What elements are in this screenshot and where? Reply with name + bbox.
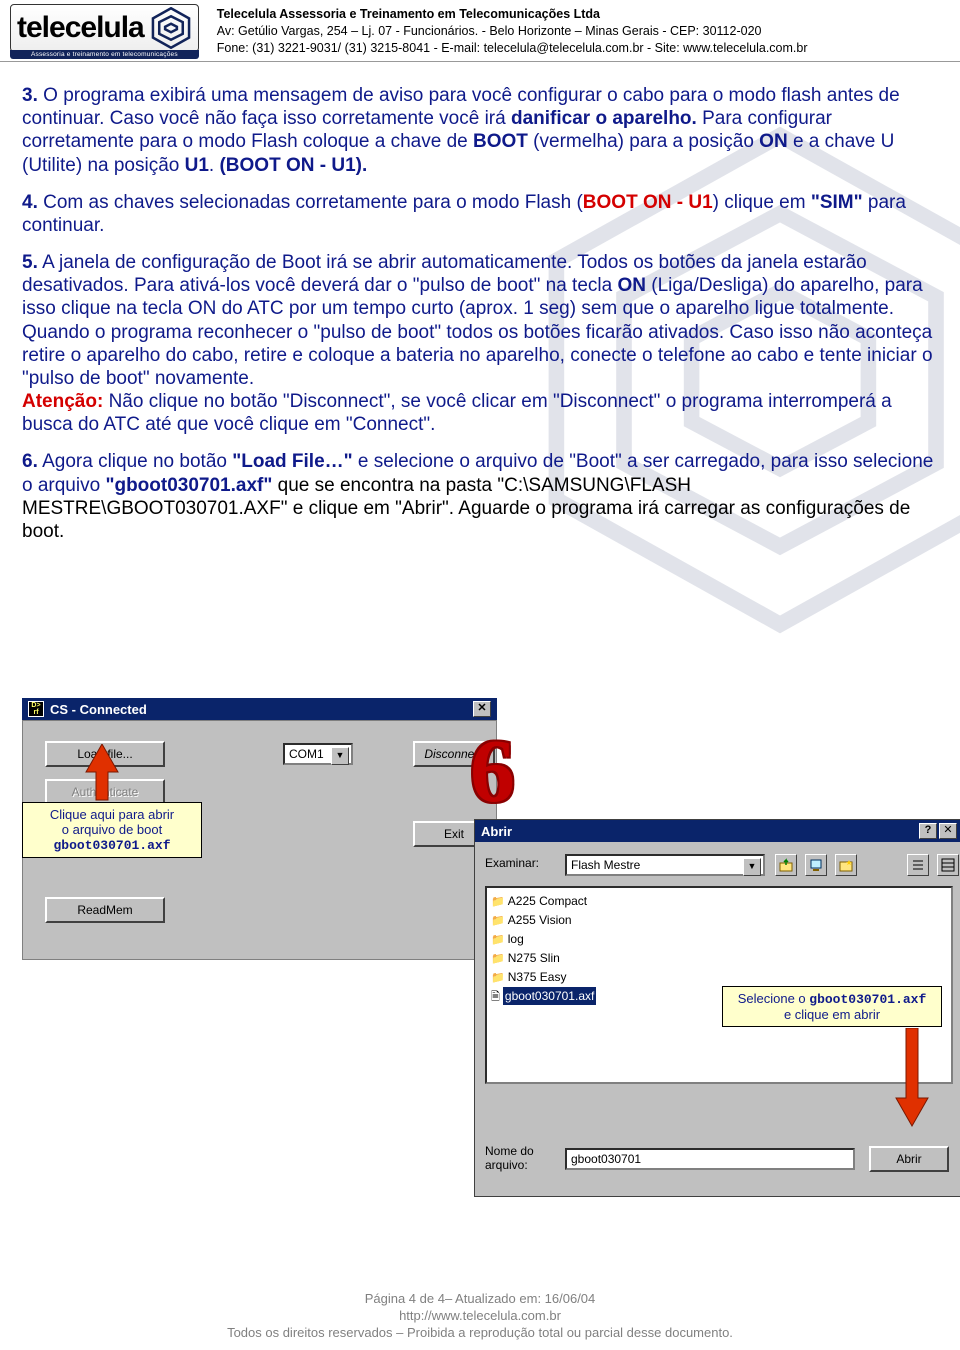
up-folder-icon[interactable] [775, 854, 797, 876]
footer-line2: http://www.telecelula.com.br [0, 1308, 960, 1325]
step-number-6: 6 [470, 720, 515, 823]
list-item[interactable]: log [491, 930, 947, 949]
file-list[interactable]: A225 Compact A255 Vision log N275 Slin N… [485, 886, 953, 1084]
instructions-content: 3. O programa exibirá uma mensagem de av… [0, 62, 960, 543]
paragraph-6: 6. Agora clique no botão "Load File…" e … [22, 450, 938, 543]
arrow-to-load-icon [82, 744, 122, 804]
list-item[interactable]: N275 Slin [491, 949, 947, 968]
dialog-close-icon[interactable]: ✕ [939, 823, 957, 839]
callout2-line2: e clique em abrir [784, 1007, 880, 1022]
filename-input[interactable]: gboot030701 [565, 1148, 855, 1170]
callout1-line2: o arquivo de boot [62, 822, 162, 837]
dialog-toolbar [775, 854, 857, 876]
new-folder-icon[interactable] [835, 854, 857, 876]
list-item[interactable]: N375 Easy [491, 968, 947, 987]
abrir-button[interactable]: Abrir [869, 1146, 949, 1172]
list-view-icon[interactable] [907, 854, 929, 876]
paragraph-3: 3. O programa exibirá uma mensagem de av… [22, 84, 938, 177]
callout-load-file: Clique aqui para abrir o arquivo de boot… [22, 802, 202, 858]
dialog-view-toolbar [907, 854, 959, 876]
dialog-titlebar: Abrir ? ✕ [475, 820, 960, 842]
com-port-select[interactable]: COM1 [283, 743, 353, 765]
detail-view-icon[interactable] [937, 854, 959, 876]
callout2-file: gboot030701.axf [809, 992, 926, 1007]
footer-line1: Página 4 de 4– Atualizado em: 16/06/04 [0, 1291, 960, 1308]
header-line3: Fone: (31) 3221-9031/ (31) 3215-8041 - E… [217, 40, 808, 57]
close-icon[interactable]: ✕ [473, 701, 491, 717]
callout2-line1: Selecione o [738, 991, 810, 1006]
nome-label: Nome do arquivo: [485, 1144, 555, 1172]
logo-text: telecelula [17, 11, 144, 45]
footer-line3: Todos os direitos reservados – Proibida … [0, 1325, 960, 1342]
page-footer: Página 4 de 4– Atualizado em: 16/06/04 h… [0, 1291, 960, 1342]
paragraph-5: 5. A janela de configuração de Boot irá … [22, 251, 938, 436]
page-header: telecelula Assessoria e treinamento em t… [0, 0, 960, 62]
cs-window-titlebar: D>rf CS - Connected ✕ [22, 698, 497, 720]
list-item[interactable]: A225 Compact [491, 892, 947, 911]
help-icon[interactable]: ? [919, 823, 937, 839]
header-line2: Av: Getúlio Vargas, 254 – Lj. 07 - Funci… [217, 23, 808, 40]
header-company-info: Telecelula Assessoria e Treinamento em T… [199, 6, 808, 57]
paragraph-4: 4. Com as chaves selecionadas corretamen… [22, 191, 938, 237]
logo-hex-icon [150, 7, 192, 49]
header-line1: Telecelula Assessoria e Treinamento em T… [217, 6, 808, 23]
logo-tagline: Assessoria e treinamento em telecomunica… [10, 50, 199, 59]
cs-window-icon: D>rf [28, 701, 44, 717]
callout1-line1: Clique aqui para abrir [50, 807, 174, 822]
folder-select[interactable]: Flash Mestre [565, 854, 765, 876]
list-item[interactable]: A255 Vision [491, 911, 947, 930]
logo: telecelula [10, 4, 199, 52]
callout1-line3: gboot030701.axf [53, 838, 170, 853]
callout-select-file: Selecione o gboot030701.axf e clique em … [722, 986, 942, 1027]
readmem-button[interactable]: ReadMem [45, 897, 165, 923]
desktop-icon[interactable] [805, 854, 827, 876]
screenshot-area: D>rf CS - Connected ✕ Load file... Authe… [22, 698, 942, 1248]
dialog-title-text: Abrir [481, 824, 512, 839]
arrow-to-abrir-icon [892, 1028, 932, 1128]
examinar-label: Examinar: [485, 856, 539, 870]
cs-window-title: CS - Connected [50, 702, 147, 717]
